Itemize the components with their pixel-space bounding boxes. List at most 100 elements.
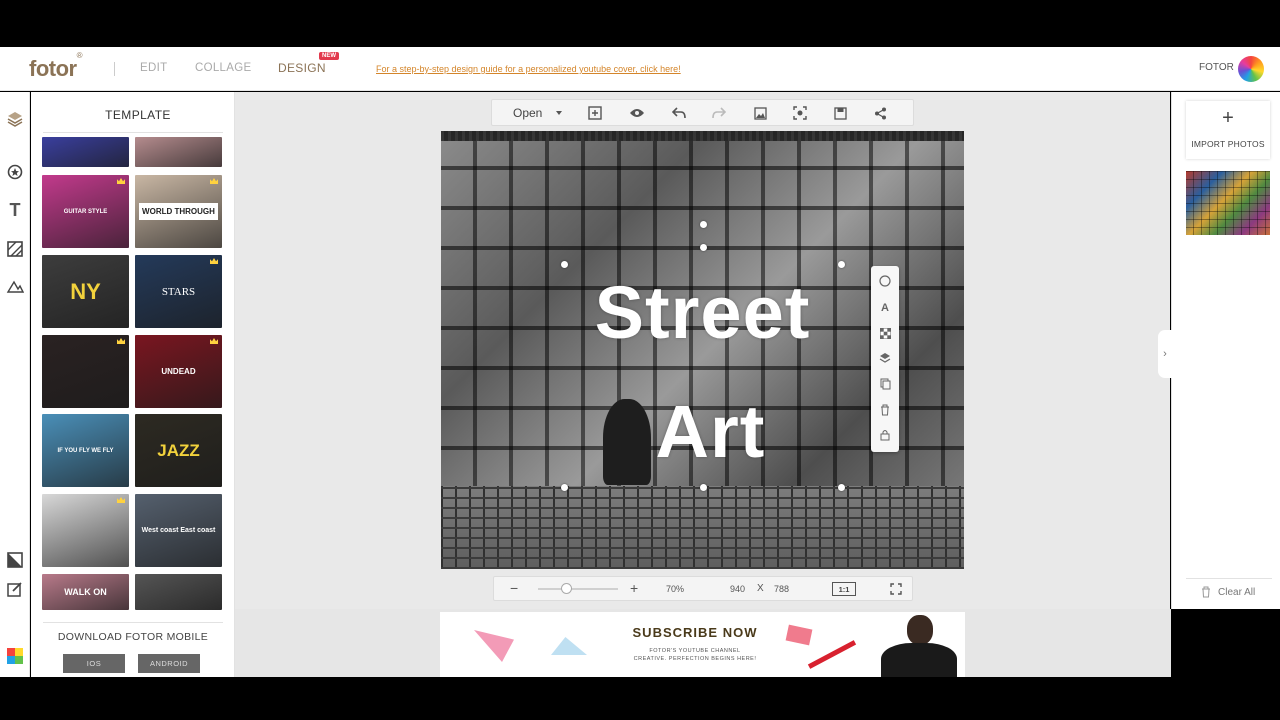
- template-thumbnail[interactable]: [42, 494, 129, 567]
- save-icon[interactable]: [831, 104, 849, 122]
- account-label[interactable]: FOTOR: [1199, 62, 1234, 73]
- banner-red-stick: [807, 640, 857, 669]
- template-thumbnail-text: WALK ON: [64, 587, 107, 597]
- letterbox-bottom: [0, 677, 1280, 720]
- template-thumbnail-text: NY: [70, 278, 101, 304]
- template-thumbnail[interactable]: [42, 335, 129, 408]
- text-icon[interactable]: T: [4, 199, 26, 221]
- canvas-pavement: [441, 486, 964, 569]
- actual-size-button[interactable]: 1:1: [832, 582, 856, 596]
- element-tools: A: [871, 266, 899, 452]
- lock-icon[interactable]: [876, 426, 894, 444]
- screenshot-icon[interactable]: [791, 104, 809, 122]
- template-thumbnail[interactable]: WORLD THROUGH: [135, 175, 222, 248]
- edit-icon[interactable]: [4, 578, 26, 600]
- layer-icon[interactable]: [876, 349, 894, 367]
- crop-icon[interactable]: [4, 549, 26, 571]
- dimension-separator: X: [757, 583, 764, 594]
- header-divider: [114, 62, 115, 76]
- template-thumbnail[interactable]: [135, 137, 222, 167]
- sticker-icon[interactable]: [4, 161, 26, 183]
- clear-all-button[interactable]: Clear All: [1218, 587, 1255, 598]
- undo-icon[interactable]: [670, 104, 688, 122]
- selection-handle-top-right[interactable]: [838, 261, 845, 268]
- premium-crown-icon: [117, 178, 125, 184]
- canvas-height: 788: [774, 584, 790, 594]
- template-thumbnail[interactable]: WALK ON: [42, 574, 129, 610]
- premium-crown-icon: [117, 338, 125, 344]
- rotate-handle[interactable]: [700, 244, 707, 251]
- template-thumbnail[interactable]: NY: [42, 255, 129, 328]
- account-avatar[interactable]: [1238, 56, 1264, 82]
- fullscreen-icon[interactable]: [889, 582, 902, 595]
- ios-button[interactable]: IOS: [63, 654, 125, 673]
- selection-handle-bottom-right[interactable]: [838, 484, 845, 491]
- redo-icon[interactable]: [710, 104, 728, 122]
- duplicate-icon[interactable]: [876, 375, 894, 393]
- photos-panel: + IMPORT PHOTOS Clear All: [1171, 92, 1280, 609]
- template-panel: TEMPLATE GUITAR STYLE WORLD THROUGH NY STAR…: [31, 92, 235, 677]
- share-icon[interactable]: [871, 104, 889, 122]
- zoom-in-button[interactable]: +: [630, 580, 638, 596]
- template-thumbnail[interactable]: IF YOU FLY WE FLY: [42, 414, 129, 487]
- tool-rail: T: [0, 92, 30, 677]
- transparency-icon[interactable]: [876, 324, 894, 342]
- selection-handle-bottom[interactable]: [700, 484, 707, 491]
- import-photos-button[interactable]: + IMPORT PHOTOS: [1186, 101, 1270, 159]
- template-list[interactable]: GUITAR STYLE WORLD THROUGH NY STARS UNDEAD IF…: [41, 137, 226, 610]
- eye-icon[interactable]: [628, 104, 646, 122]
- download-mobile-label: DOWNLOAD FOTOR MOBILE: [57, 631, 209, 643]
- template-thumbnail-text: West coast East coast: [141, 527, 216, 534]
- subscribe-banner[interactable]: SUBSCRIBE NOW FOTOR'S YOUTUBE CHANNEL CR…: [440, 612, 965, 677]
- android-button[interactable]: ANDROID: [138, 654, 200, 673]
- nav-collage[interactable]: COLLAGE: [195, 62, 251, 74]
- layers-icon[interactable]: [4, 108, 26, 130]
- app-header: fotor® EDIT COLLAGE DESIGN NEW For a ste…: [0, 47, 1280, 91]
- image-icon[interactable]: [751, 104, 769, 122]
- zoom-out-button[interactable]: −: [510, 580, 518, 596]
- nav-edit[interactable]: EDIT: [140, 62, 167, 74]
- chevron-down-icon[interactable]: [556, 111, 562, 115]
- frame-icon[interactable]: [4, 276, 26, 298]
- circle-icon[interactable]: [876, 272, 894, 290]
- zoom-slider-knob[interactable]: [561, 583, 572, 594]
- premium-crown-icon: [117, 497, 125, 503]
- template-thumbnail-text: STARS: [161, 285, 196, 298]
- template-thumbnail[interactable]: UNDEAD: [135, 335, 222, 408]
- template-thumbnail[interactable]: GUITAR STYLE: [42, 175, 129, 248]
- template-thumbnail[interactable]: JAZZ: [135, 414, 222, 487]
- text-icon[interactable]: A: [876, 299, 894, 317]
- panel-title: TEMPLATE: [105, 108, 171, 122]
- selection-handle-bottom-left[interactable]: [561, 484, 568, 491]
- banner-title: SUBSCRIBE NOW: [632, 625, 758, 640]
- template-thumbnail[interactable]: STARS: [135, 255, 222, 328]
- imported-photo-thumbnail[interactable]: [1186, 171, 1270, 235]
- panel-divider: [43, 132, 223, 133]
- template-thumbnail[interactable]: [42, 137, 129, 167]
- selection-handle-top-left[interactable]: [561, 261, 568, 268]
- new-badge: NEW: [319, 52, 339, 60]
- template-thumbnail[interactable]: West coast East coast: [135, 494, 222, 567]
- background-icon[interactable]: [4, 238, 26, 260]
- plus-icon: +: [1222, 107, 1234, 129]
- banner-tagline: CREATIVE. PERFECTION BEGINS HERE!: [633, 656, 757, 662]
- premium-crown-icon: [210, 338, 218, 344]
- banner-subtitle: FOTOR'S YOUTUBE CHANNEL: [649, 648, 741, 654]
- design-guide-link[interactable]: For a step-by-step design guide for a pe…: [376, 64, 681, 74]
- panel-bottom-divider: [43, 622, 223, 623]
- trash-icon[interactable]: [1200, 585, 1212, 598]
- delete-icon[interactable]: [876, 401, 894, 419]
- selection-handle-top[interactable]: [700, 221, 707, 228]
- zoom-slider-track[interactable]: [538, 588, 618, 590]
- nav-design[interactable]: DESIGN: [278, 61, 326, 75]
- fotor-logo[interactable]: fotor®: [29, 51, 83, 82]
- template-thumbnail[interactable]: [135, 574, 222, 610]
- template-thumbnail-text: GUITAR STYLE: [63, 208, 108, 215]
- collapse-panel-chevron-icon[interactable]: ›: [1158, 330, 1172, 378]
- color-palette-icon[interactable]: [4, 645, 26, 667]
- add-frame-icon[interactable]: [586, 104, 604, 122]
- premium-crown-icon: [210, 178, 218, 184]
- letterbox-top: [0, 0, 1280, 47]
- template-thumbnail-text: WORLD THROUGH: [139, 203, 218, 220]
- open-menu[interactable]: Open: [513, 106, 542, 120]
